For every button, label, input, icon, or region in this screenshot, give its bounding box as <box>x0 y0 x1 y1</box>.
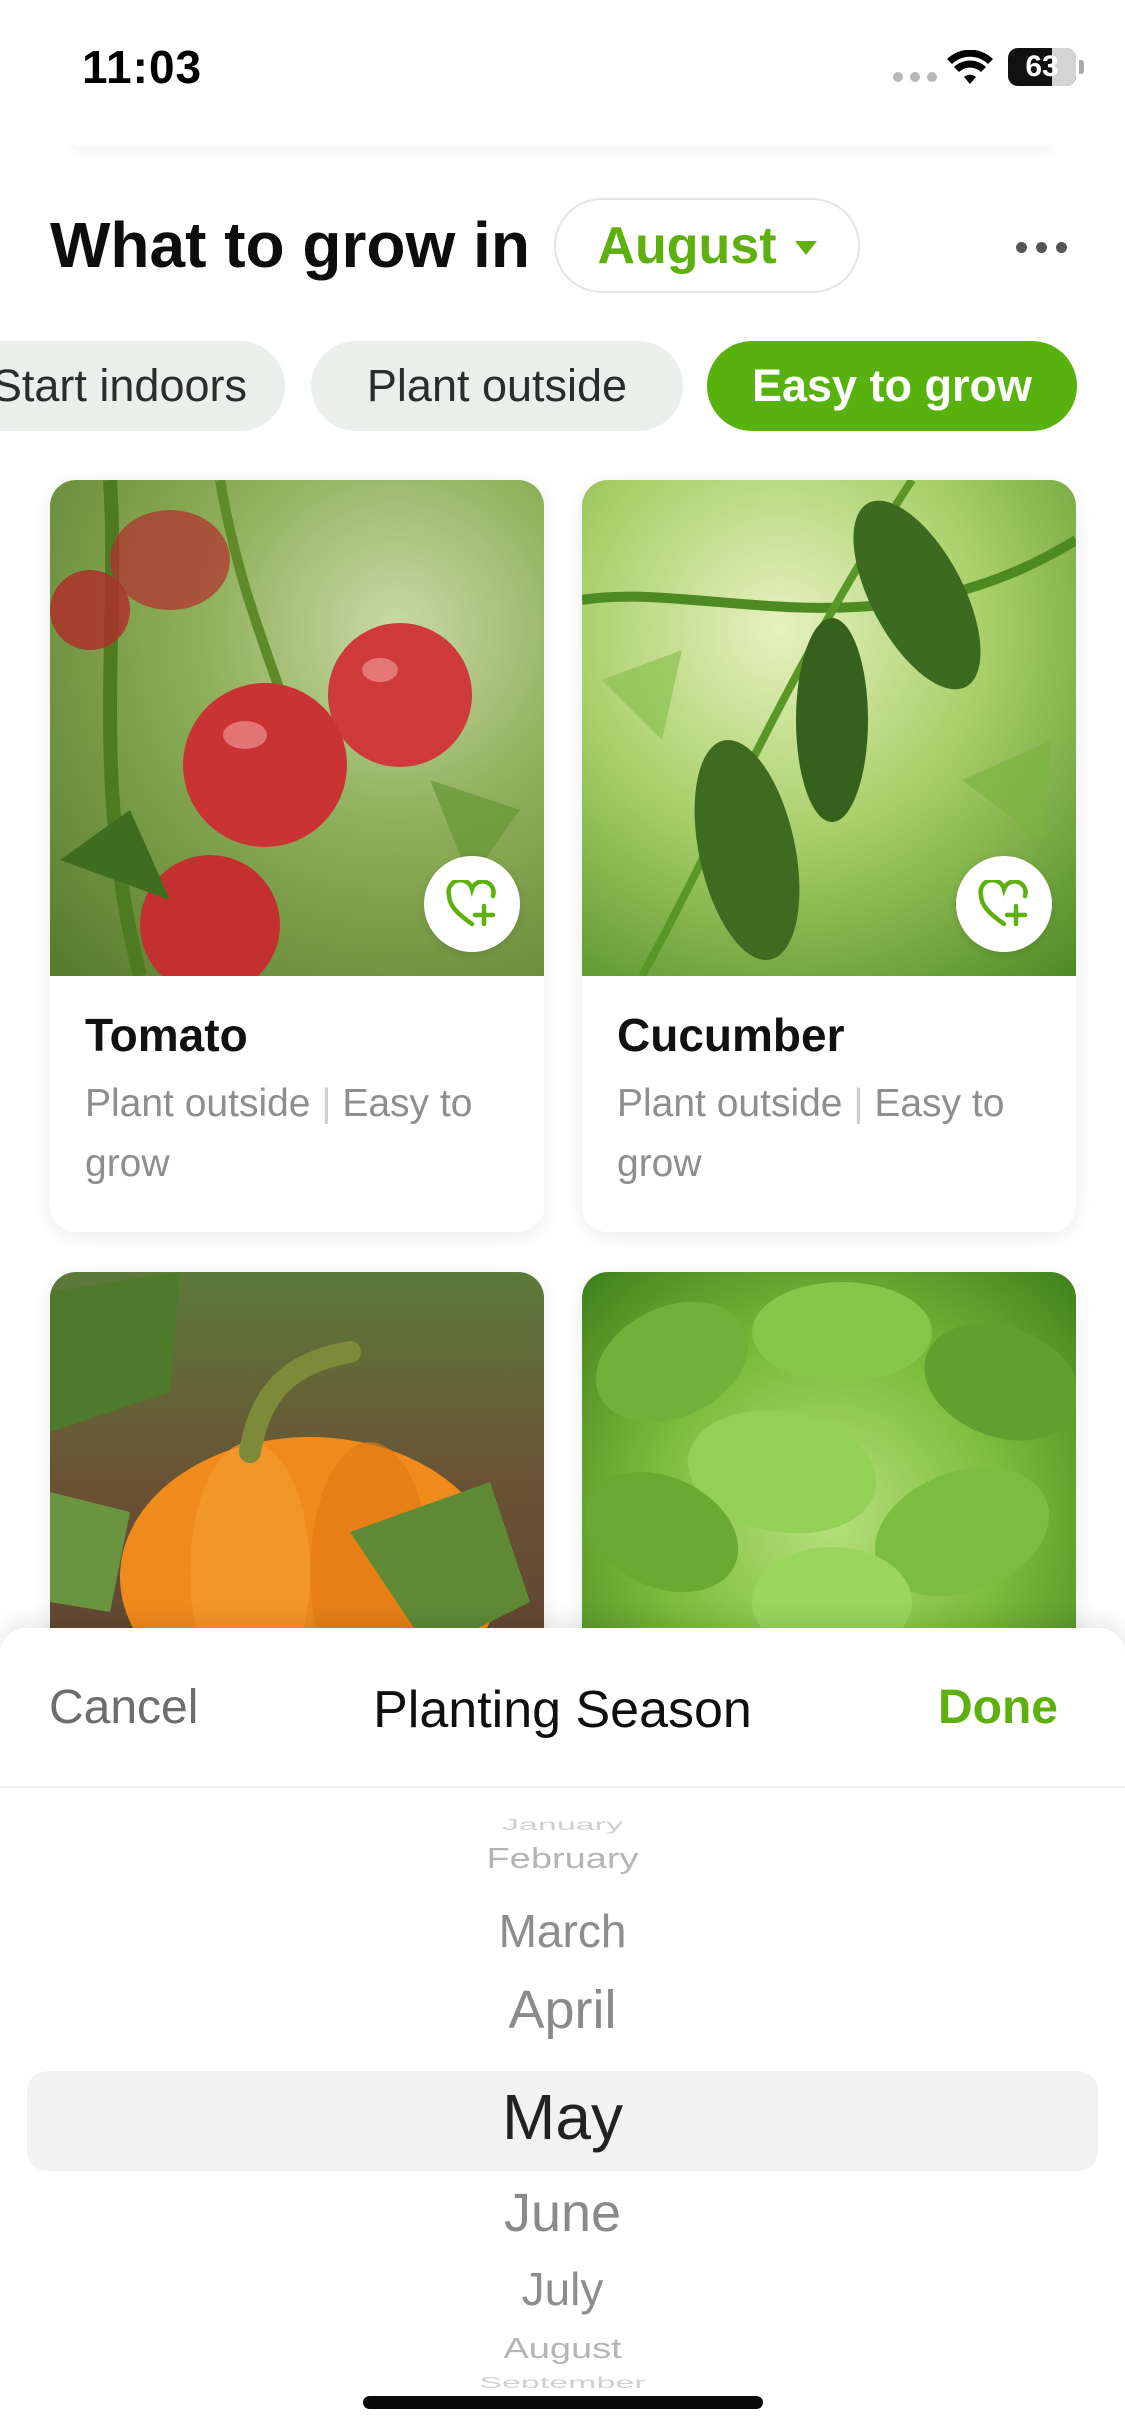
wifi-icon <box>947 50 993 84</box>
card-title: Tomato <box>85 1009 248 1061</box>
picker-option-january[interactable]: January <box>0 1818 1125 1834</box>
plant-card-tomato[interactable]: Tomato Plant outside | Easy to grow <box>50 480 544 1232</box>
cellular-icon <box>893 72 937 82</box>
plant-card-basil[interactable] <box>582 1272 1076 1672</box>
picker-option-july[interactable]: July <box>0 2262 1125 2316</box>
picker-option-may-selected[interactable]: May <box>0 2080 1125 2154</box>
caret-down-icon <box>794 240 817 255</box>
picker-option-september[interactable]: September <box>0 2375 1125 2388</box>
header-divider <box>70 136 1055 146</box>
add-favorite-tomato[interactable] <box>424 856 520 952</box>
more-icon[interactable] <box>1016 242 1067 253</box>
sheet-toolbar: Cancel Planting Season Done <box>0 1628 1125 1788</box>
status-time: 11:03 <box>82 41 203 93</box>
done-button[interactable]: Done <box>938 1680 1058 1735</box>
picker-option-june[interactable]: June <box>0 2182 1125 2244</box>
basil-photo <box>582 1272 1076 1672</box>
filter-plant-outside[interactable]: Plant outside <box>311 341 683 431</box>
heart-add-icon <box>446 880 496 927</box>
filter-easy-to-grow[interactable]: Easy to grow <box>707 341 1077 431</box>
month-selector[interactable]: August <box>554 198 860 293</box>
heart-add-icon <box>978 880 1028 927</box>
page-title: What to grow in <box>50 209 530 281</box>
add-favorite-cucumber[interactable] <box>956 856 1052 952</box>
battery-level: 63 <box>1025 50 1059 83</box>
tag-separator: | <box>321 1082 332 1125</box>
picker-option-april[interactable]: April <box>0 1979 1125 2041</box>
battery-icon: 63 <box>1008 48 1084 86</box>
tag-primary: Plant outside <box>85 1082 311 1125</box>
tag-separator: | <box>853 1082 864 1125</box>
picker-option-august[interactable]: August <box>0 2333 1125 2365</box>
card-tags: Plant outside | Easy to grow <box>617 1074 1057 1194</box>
cancel-button[interactable]: Cancel <box>49 1680 198 1735</box>
tag-primary: Plant outside <box>617 1082 843 1125</box>
card-title: Cucumber <box>617 1009 845 1061</box>
card-tags: Plant outside | Easy to grow <box>85 1074 525 1194</box>
basil-illustration <box>585 1282 1076 1657</box>
cucumber-photo <box>582 480 1076 976</box>
plant-card-cucumber[interactable]: Cucumber Plant outside | Easy to grow <box>582 480 1076 1232</box>
filter-start-indoors[interactable]: Start indoors <box>0 341 285 431</box>
status-bar: 11:03 63 <box>0 0 1125 140</box>
home-indicator <box>363 2396 763 2409</box>
plant-card-pumpkin[interactable] <box>50 1272 544 1672</box>
picker-option-march[interactable]: March <box>0 1904 1125 1958</box>
planting-season-sheet: Cancel Planting Season Done January Febr… <box>0 1628 1125 2436</box>
pumpkin-photo <box>50 1272 544 1672</box>
month-selector-label: August <box>597 216 777 275</box>
tomato-photo <box>50 480 544 976</box>
pumpkin-illustration <box>50 1272 530 1672</box>
month-picker-wheel[interactable]: January February March April May June Ju… <box>0 1818 1125 2388</box>
picker-option-february[interactable]: February <box>0 1843 1125 1875</box>
